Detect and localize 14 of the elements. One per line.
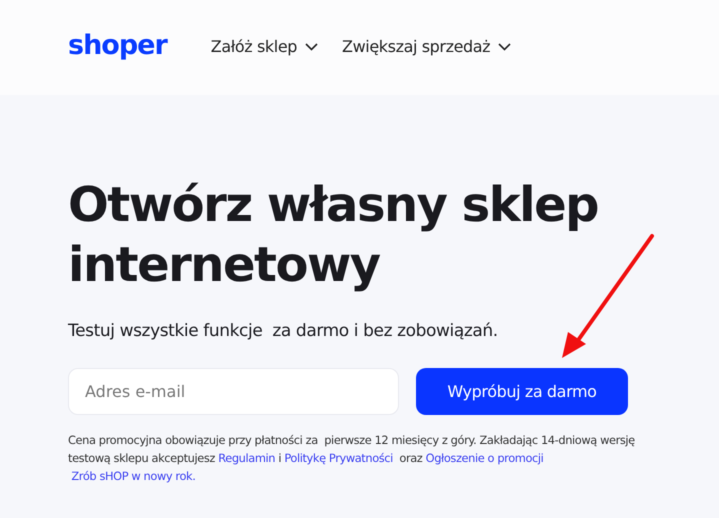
nav-menu-item[interactable]: Zwiększaj sprzedaż [342, 37, 512, 56]
hero-subtitle: Testuj wszystkie funkcje za darmo i bez zobowiązań. [68, 321, 499, 341]
chevron-down-icon [305, 42, 318, 50]
terms-link[interactable]: Zrób sHOP w nowy rok. [71, 467, 196, 485]
terms-link[interactable]: Politykę Prywatności [284, 449, 393, 467]
try-free-button[interactable]: Wypróbuj za darmo [416, 368, 628, 415]
terms-link[interactable]: Ogłoszenie o promocji [426, 449, 544, 467]
nav-menu-item[interactable]: Załóż sklep [210, 37, 318, 56]
disclaimer-text: Cena promocyjna obowiązuje przy płatności za pierwsze 12 miesięcy z góry. Zakładając 14-dniową wersję testową sklepu akceptujesz Regulamin i Politykę Prywatności oraz Ogłoszenie o promocji Zrób sHOP w nowy rok. [68, 432, 636, 485]
logo[interactable]: shoper [68, 30, 167, 61]
terms-link[interactable]: Regulamin [218, 449, 276, 467]
chevron-down-icon [498, 42, 512, 50]
hero-title: Otwórz własny sklep internetowy [68, 176, 600, 295]
email-field[interactable]: Adres e-mail [68, 368, 399, 415]
